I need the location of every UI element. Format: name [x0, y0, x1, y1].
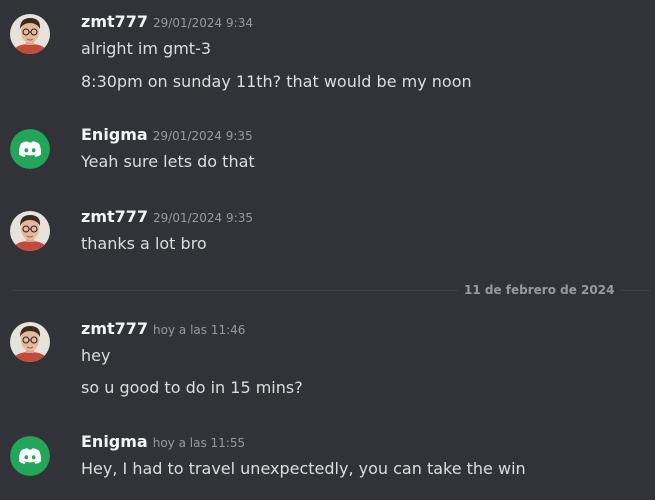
discord-logo-icon[interactable] [10, 436, 50, 476]
message-text: alright im gmt-3 [81, 39, 212, 58]
username[interactable]: zmt777 [81, 319, 148, 338]
user-avatar-icon[interactable] [10, 322, 50, 362]
timestamp: 29/01/2024 9:35 [153, 211, 253, 225]
message-text: Yeah sure lets do that [81, 152, 255, 171]
user-avatar-icon[interactable] [10, 211, 50, 251]
message-header: Enigma hoy a las 11:55 [81, 432, 245, 451]
message-text: 8:30pm on sunday 11th? that would be my … [81, 72, 472, 91]
timestamp: 29/01/2024 9:34 [153, 16, 253, 30]
username[interactable]: zmt777 [81, 12, 148, 31]
username[interactable]: Enigma [81, 125, 148, 144]
message-header: Enigma 29/01/2024 9:35 [81, 125, 253, 144]
date-divider-label: 11 de febrero de 2024 [458, 283, 621, 297]
message-header: zmt777 hoy a las 11:46 [81, 319, 245, 338]
message-header: zmt777 29/01/2024 9:34 [81, 12, 253, 31]
discord-logo-icon[interactable] [10, 129, 50, 169]
message-text: hey [81, 346, 111, 365]
message-header: zmt777 29/01/2024 9:35 [81, 207, 253, 226]
timestamp: hoy a las 11:55 [152, 436, 246, 450]
message-text: so u good to do in 15 mins? [81, 378, 303, 397]
username[interactable]: zmt777 [81, 207, 148, 226]
message-text: Hey, I had to travel unexpectedly, you c… [81, 459, 526, 478]
timestamp: hoy a las 11:46 [153, 323, 246, 337]
message-text: thanks a lot bro [81, 234, 207, 253]
timestamp: 29/01/2024 9:35 [152, 129, 253, 143]
user-avatar-icon[interactable] [10, 14, 50, 54]
username[interactable]: Enigma [81, 432, 148, 451]
